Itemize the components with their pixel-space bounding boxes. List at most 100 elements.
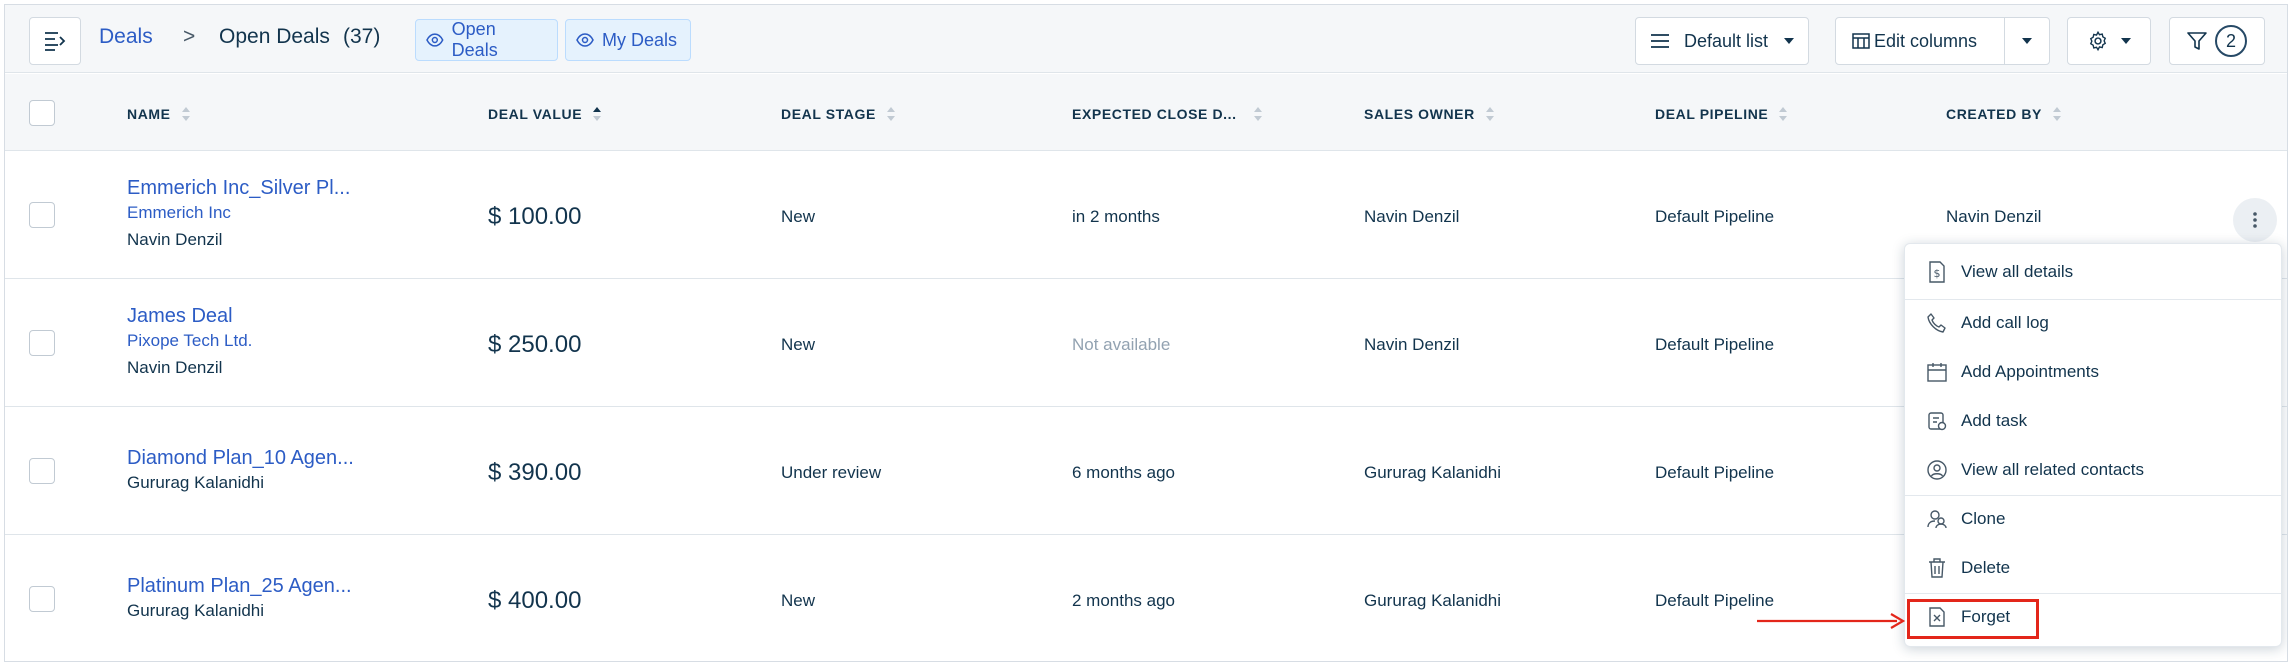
deal-company-link[interactable]: Pixope Tech Ltd.: [127, 331, 252, 351]
column-header-deal-pipeline[interactable]: DEAL PIPELINE: [1655, 106, 1788, 122]
column-label: DEAL PIPELINE: [1655, 106, 1769, 122]
sort-icon: [2052, 107, 2061, 121]
menu-item-label: View all details: [1961, 262, 2074, 281]
deal-contact: Gururag Kalanidhi: [127, 473, 265, 492]
column-header-deal-stage[interactable]: DEAL STAGE: [781, 106, 896, 122]
chevron-down-icon: [2121, 38, 2131, 44]
eye-icon: [576, 33, 594, 47]
sort-icon: [181, 107, 190, 121]
list-icon: [1651, 34, 1669, 48]
deal-contact: Navin Denzil: [127, 230, 223, 249]
menu-divider: [1905, 299, 2281, 300]
edit-columns-button[interactable]: Edit columns: [1835, 17, 2050, 65]
deal-count: (37): [343, 25, 381, 48]
deal-name-link[interactable]: Emmerich Inc_Silver Pl...: [127, 177, 350, 200]
menu-item-view-related-contacts[interactable]: View all related contacts: [1905, 448, 2281, 492]
row-checkbox[interactable]: [29, 330, 55, 356]
deal-stage: New: [781, 335, 816, 354]
menu-item-add-call-log[interactable]: Add call log: [1905, 301, 2281, 345]
menu-item-add-appointments[interactable]: Add Appointments: [1905, 350, 2281, 394]
breadcrumb-deals-link[interactable]: Deals: [99, 25, 153, 49]
tab-open-deals-label: Open Deals: [451, 19, 498, 60]
chevron-down-icon[interactable]: [2022, 38, 2032, 44]
page-title: Open Deals: [219, 25, 330, 48]
deal-stage: New: [781, 591, 816, 610]
deal-name-link[interactable]: James Deal: [127, 305, 233, 328]
trash-icon: [1929, 558, 1945, 578]
row-checkbox[interactable]: [29, 458, 55, 484]
edit-columns-label: Edit columns: [1874, 30, 1978, 51]
menu-item-label: View all related contacts: [1961, 460, 2145, 479]
menu-item-label: Add call log: [1961, 313, 2049, 332]
list-view-select[interactable]: Default list: [1635, 17, 1809, 65]
deal-value: $ 400.00: [488, 587, 582, 614]
column-label: EXPECTED CLOSE D...: [1072, 106, 1237, 122]
menu-item-label: Add task: [1961, 411, 2028, 430]
menu-item-delete[interactable]: Delete: [1905, 546, 2281, 590]
deal-pipeline: Default Pipeline: [1655, 463, 1775, 482]
highlight-box: [1907, 599, 2039, 639]
gear-icon: [2089, 30, 2107, 52]
column-label: DEAL STAGE: [781, 106, 876, 122]
callout-arrow-icon: [1757, 613, 1906, 629]
tab-open-deals[interactable]: Open Deals: [415, 19, 558, 61]
settings-button[interactable]: [2067, 17, 2151, 65]
tab-my-deals[interactable]: My Deals: [565, 19, 691, 61]
created-by: Navin Denzil: [1946, 207, 2042, 226]
deal-company-link[interactable]: Emmerich Inc: [127, 203, 231, 223]
sales-owner: Navin Denzil: [1364, 207, 1460, 226]
calendar-icon: [1927, 363, 1947, 382]
expected-close: 2 months ago: [1072, 591, 1176, 610]
list-view-label: Default list: [1684, 30, 1769, 51]
menu-item-label: Delete: [1961, 558, 2011, 577]
breadcrumb-separator: >: [183, 25, 196, 48]
deal-pipeline: Default Pipeline: [1655, 207, 1775, 226]
eye-icon: [426, 33, 444, 47]
filter-button[interactable]: 2: [2169, 17, 2265, 65]
filter-count-badge: 2: [2215, 25, 2247, 57]
button-divider: [2004, 18, 2005, 64]
expected-close: in 2 months: [1072, 207, 1160, 226]
more-vertical-icon: [2253, 212, 2257, 228]
deal-pipeline: Default Pipeline: [1655, 591, 1775, 610]
deal-contact: Gururag Kalanidhi: [127, 601, 265, 620]
row-actions-menu: $ View all details Add call log Add Appo…: [1904, 243, 2282, 647]
column-header-sales-owner[interactable]: SALES OWNER: [1364, 106, 1495, 122]
sidebar-toggle-button[interactable]: [29, 17, 81, 65]
menu-collapse-icon: [45, 32, 66, 51]
menu-divider: [1905, 593, 2281, 594]
deal-pipeline: Default Pipeline: [1655, 335, 1775, 354]
sort-icon: [1779, 107, 1788, 121]
deal-value: $ 250.00: [488, 331, 582, 358]
dollar-doc-icon: $: [1929, 261, 1945, 283]
column-header-expected-close[interactable]: EXPECTED CLOSE D...: [1072, 106, 1263, 122]
row-checkbox[interactable]: [29, 202, 55, 228]
sort-icon: [1485, 107, 1494, 121]
deals-list-page: Deals > Open Deals (37) Open Deals My De…: [4, 4, 2288, 662]
deal-name-link[interactable]: Platinum Plan_25 Agen...: [127, 575, 352, 598]
deal-contact: Navin Denzil: [127, 358, 223, 377]
task-icon: [1928, 412, 1947, 431]
clone-icon: [1927, 510, 1947, 529]
column-header-deal-value[interactable]: DEAL VALUE: [488, 106, 602, 122]
menu-item-add-task[interactable]: Add task: [1905, 399, 2281, 443]
top-bar: Deals > Open Deals (37) Open Deals My De…: [5, 5, 2287, 73]
column-label: SALES OWNER: [1364, 106, 1475, 122]
select-all-checkbox[interactable]: [29, 100, 55, 126]
menu-item-label: Clone: [1961, 509, 2006, 528]
column-header-created-by[interactable]: CREATED BY: [1946, 106, 2062, 122]
row-actions-button[interactable]: [2233, 198, 2277, 242]
sort-icon: [1253, 107, 1262, 121]
deal-stage: Under review: [781, 463, 882, 482]
deal-stage: New: [781, 207, 816, 226]
column-header-name[interactable]: NAME: [127, 106, 191, 122]
deal-name-link[interactable]: Diamond Plan_10 Agen...: [127, 447, 354, 470]
expected-close: 6 months ago: [1072, 463, 1176, 482]
row-checkbox[interactable]: [29, 586, 55, 612]
chevron-down-icon: [1784, 38, 1795, 44]
contact-icon: [1927, 460, 1947, 480]
menu-item-view-all-details[interactable]: $ View all details: [1905, 250, 2281, 294]
tab-my-deals-label: My Deals: [602, 29, 678, 50]
sales-owner: Gururag Kalanidhi: [1364, 463, 1502, 482]
menu-item-clone[interactable]: Clone: [1905, 497, 2281, 541]
